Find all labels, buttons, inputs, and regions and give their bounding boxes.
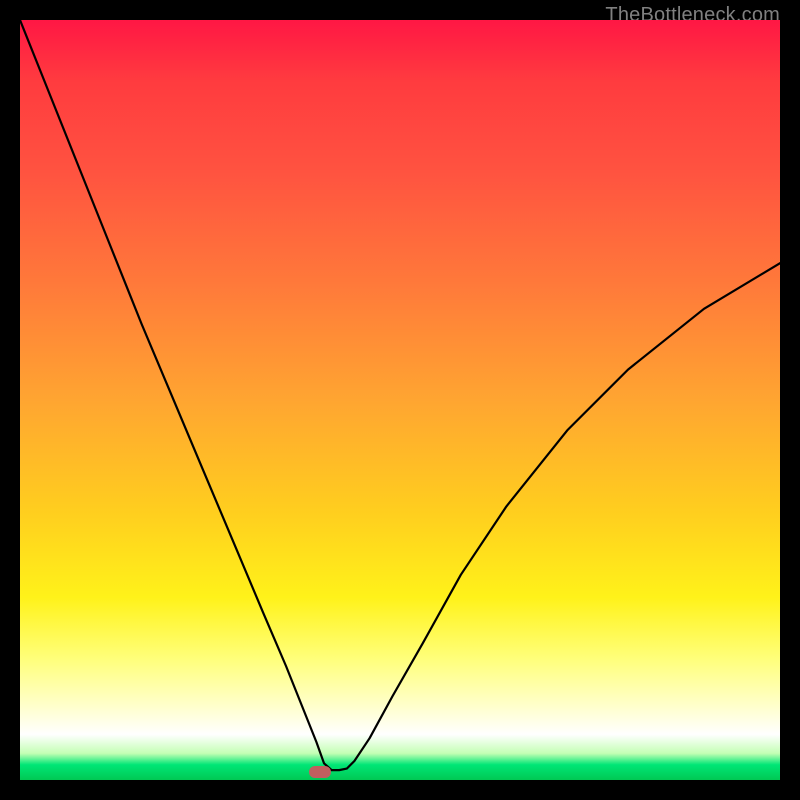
plot-area <box>20 20 780 780</box>
bottleneck-curve <box>20 20 780 780</box>
bottleneck-marker <box>309 766 331 778</box>
chart-stage: TheBottleneck.com <box>0 0 800 800</box>
